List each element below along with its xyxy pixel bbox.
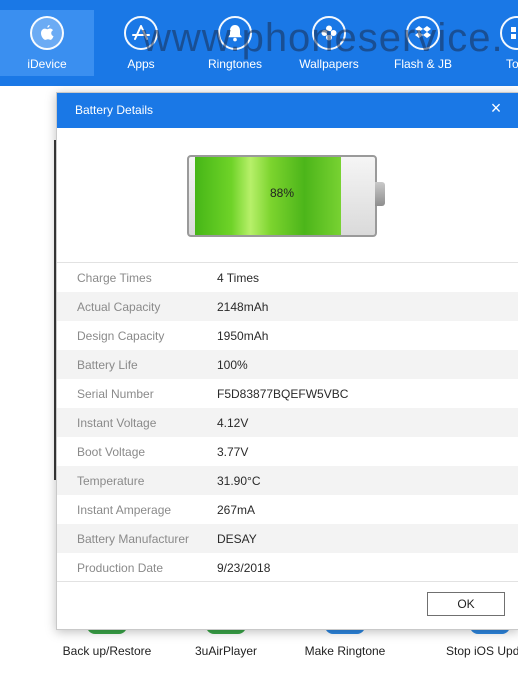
detail-label: Instant Amperage — [77, 503, 172, 517]
footer-divider — [57, 581, 518, 582]
battery-percentage: 88% — [269, 186, 295, 200]
detail-row: Boot Voltage 3.77V — [57, 437, 518, 466]
close-icon: × — [490, 98, 502, 118]
detail-value: 2148mAh — [217, 300, 269, 314]
close-button[interactable]: × — [486, 98, 506, 118]
battery-details-dialog: Battery Details × 88% Charge Times 4 Time… — [56, 92, 518, 630]
toolbar-item-label: Tool — [505, 57, 518, 71]
detail-value: DESAY — [217, 532, 257, 546]
detail-value: 100% — [217, 358, 248, 372]
detail-label: Design Capacity — [77, 329, 165, 343]
detail-row: Temperature 31.90°C — [57, 466, 518, 495]
toolbar-item-wallpapers[interactable]: Wallpapers — [282, 10, 376, 76]
detail-label: Production Date — [77, 561, 164, 575]
detail-row: Charge Times 4 Times — [57, 263, 518, 292]
detail-value: 9/23/2018 — [217, 561, 271, 575]
main-toolbar: iDevice Apps Ringtones Wallpapers Flash … — [0, 0, 518, 86]
detail-value: 3.77V — [217, 445, 249, 459]
detail-row: Battery Manufacturer DESAY — [57, 524, 518, 553]
detail-label: Charge Times — [77, 271, 152, 285]
bottom-tool-label: Make Ringtone — [304, 644, 386, 658]
detail-value: 1950mAh — [217, 329, 269, 343]
bottom-tool-label: 3uAirPlayer — [194, 644, 258, 658]
detail-row: Battery Life 100% — [57, 350, 518, 379]
detail-row: Serial Number F5D83877BQEFW5VBC — [57, 379, 518, 408]
toolbar-item-flash-jb[interactable]: Flash & JB — [376, 10, 470, 76]
battery-icon: 88% — [187, 155, 385, 237]
bell-icon — [218, 16, 252, 50]
detail-row: Instant Amperage 267mA — [57, 495, 518, 524]
detail-value: 267mA — [217, 503, 256, 517]
detail-row: Instant Voltage 4.12V — [57, 408, 518, 437]
detail-value: 31.90°C — [217, 474, 261, 488]
detail-label: Boot Voltage — [77, 445, 146, 459]
flower-icon — [312, 16, 346, 50]
detail-row: Production Date 9/23/2018 — [57, 553, 518, 582]
detail-value: F5D83877BQEFW5VBC — [217, 387, 349, 401]
detail-row: Actual Capacity 2148mAh — [57, 292, 518, 321]
toolbar-item-label: Flash & JB — [393, 57, 453, 71]
toolbar-item-apps[interactable]: Apps — [94, 10, 188, 76]
toolbar-item-tool[interactable]: Tool — [470, 10, 518, 76]
bottom-tool-label: Stop iOS Upda — [446, 644, 518, 658]
dialog-header: Battery Details × — [57, 93, 518, 128]
toolbar-item-label: iDevice — [27, 57, 67, 71]
toolbar-item-ringtones[interactable]: Ringtones — [188, 10, 282, 76]
detail-value: 4 Times — [217, 271, 260, 285]
detail-value: 4.12V — [217, 416, 249, 430]
toolbar-item-label: Apps — [127, 57, 155, 71]
toolbar-item-label: Ringtones — [207, 57, 263, 71]
detail-label: Battery Life — [77, 358, 138, 372]
detail-label: Instant Voltage — [77, 416, 157, 430]
battery-details-table: Charge Times 4 Times Actual Capacity 2148mA… — [57, 263, 518, 582]
battery-graphic-area: 88% — [57, 128, 518, 263]
detail-label: Actual Capacity — [77, 300, 161, 314]
detail-label: Temperature — [77, 474, 145, 488]
detail-label: Battery Manufacturer — [77, 532, 190, 546]
toolbar-item-idevice[interactable]: iDevice — [0, 10, 94, 76]
detail-row: Design Capacity 1950mAh — [57, 321, 518, 350]
dropbox-icon — [406, 16, 440, 50]
detail-label: Serial Number — [77, 387, 154, 401]
tool-icon — [500, 16, 518, 50]
app-store-icon — [124, 16, 158, 50]
ok-button[interactable]: OK — [427, 592, 505, 616]
toolbar-item-label: Wallpapers — [299, 57, 359, 71]
dialog-title: Battery Details — [75, 103, 154, 117]
apple-icon — [30, 16, 64, 50]
bottom-tool-label: Back up/Restore — [62, 644, 152, 658]
